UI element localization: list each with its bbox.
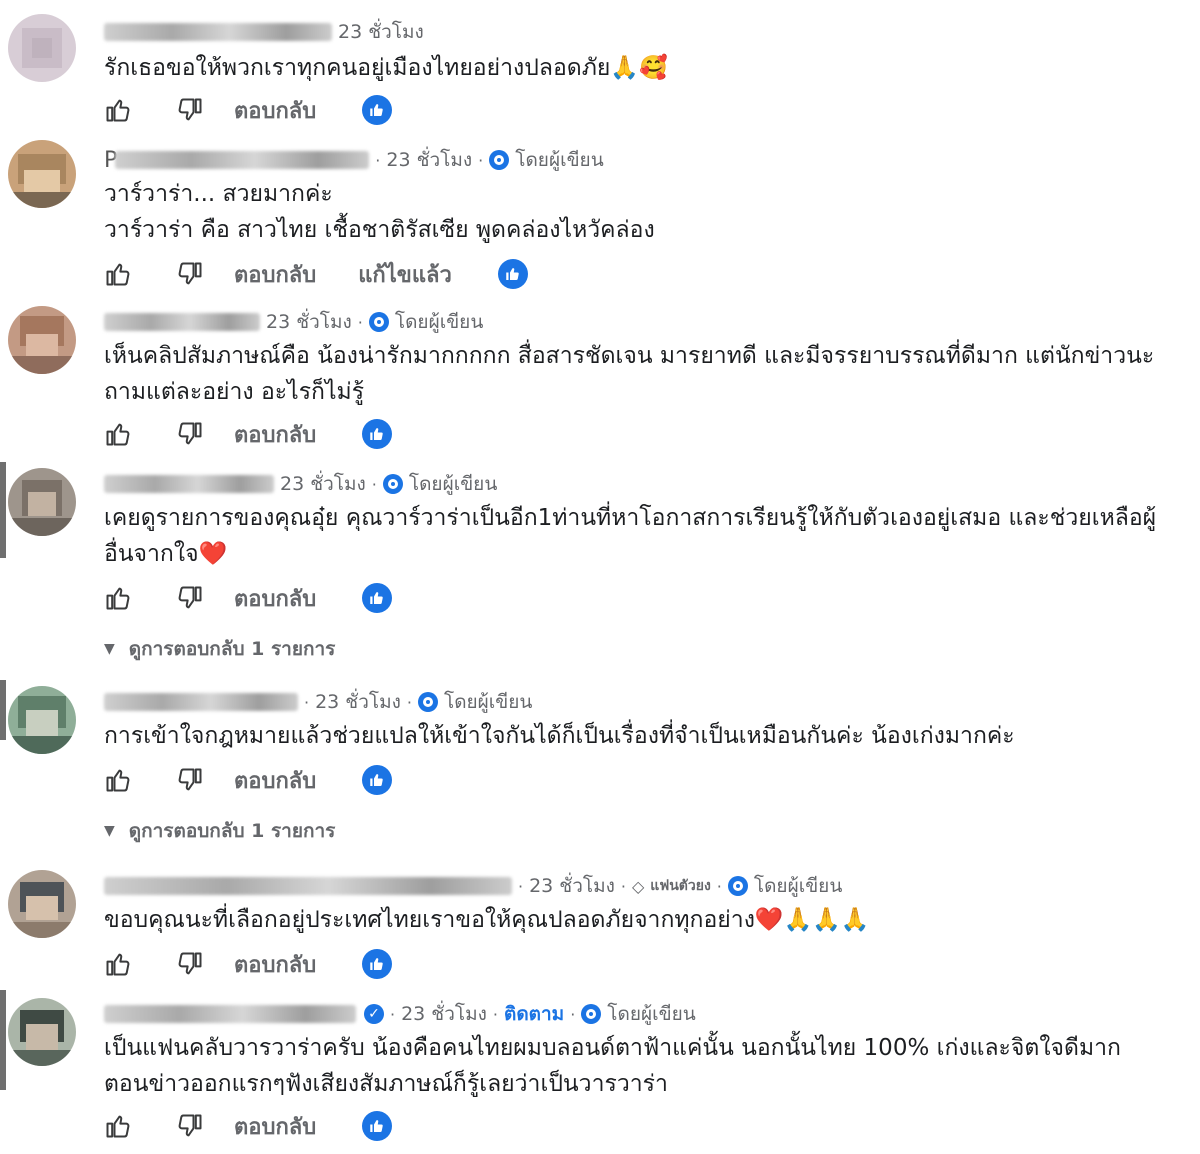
timestamp[interactable]: 23 ชั่วโมง [529, 871, 615, 901]
author-badge-icon [368, 312, 389, 332]
author-badge: โดยผู้เขียน [417, 687, 532, 717]
author-badge-icon [417, 692, 438, 712]
comment-actions: ตอบกลับ [104, 1106, 393, 1146]
author-badge-icon [489, 150, 510, 170]
thumbs-up-icon[interactable] [104, 950, 132, 978]
thumbs-up-icon[interactable] [104, 1112, 132, 1140]
thumbs-up-icon[interactable] [104, 584, 132, 612]
thumbs-down-icon[interactable] [176, 584, 204, 612]
edited-label[interactable]: แก้ไขแล้ว [358, 257, 452, 292]
author-name[interactable] [104, 313, 260, 331]
chevron-down-icon: ▼ [104, 641, 115, 657]
avatar[interactable] [8, 468, 76, 536]
thumbs-down-icon[interactable] [176, 420, 204, 448]
author-name[interactable] [104, 877, 512, 895]
comment-actions: ตอบกลับ [104, 578, 393, 618]
author-badge-icon [382, 474, 403, 494]
like-reaction-icon[interactable] [362, 583, 393, 613]
reply-button[interactable]: ตอบกลับ [234, 1109, 316, 1144]
author-badge: โดยผู้เขียน [382, 469, 497, 499]
author-badge-icon [727, 876, 748, 896]
thumbs-up-icon[interactable] [104, 260, 132, 288]
thumbs-down-icon[interactable] [176, 96, 204, 124]
author-badge: โดยผู้เขียน [581, 999, 696, 1029]
fan-badge[interactable]: แฟนตัวยง [650, 875, 711, 897]
reply-button[interactable]: ตอบกลับ [234, 257, 316, 292]
verified-icon: ✓ [364, 1004, 384, 1024]
comment-header: · 23 ชั่วโมง · โดยผู้เขียน [104, 688, 532, 716]
view-replies-button[interactable]: ▼ ดูการตอบกลับ 1 รายการ [104, 634, 335, 664]
thumbs-down-icon[interactable] [176, 950, 204, 978]
fan-diamond-icon: ◇ [631, 876, 645, 896]
avatar[interactable] [8, 686, 76, 754]
comment-text: การเข้าใจกฎหมายแล้วช่วยแปลให้เข้าใจกันได… [104, 723, 1015, 749]
comment-header: ✓ · 23 ชั่วโมง · ติดตาม · โดยผู้เขียน [104, 1000, 696, 1028]
like-reaction-icon[interactable] [362, 95, 393, 125]
like-reaction-icon[interactable] [362, 1111, 393, 1141]
timestamp[interactable]: 23 ชั่วโมง [266, 307, 352, 337]
timestamp[interactable]: 23 ชั่วโมง [338, 17, 424, 47]
comment-actions: ตอบกลับ [104, 760, 393, 800]
like-reaction-icon[interactable] [497, 259, 528, 289]
author-name[interactable] [104, 23, 332, 41]
author-name[interactable] [115, 151, 370, 169]
avatar[interactable] [8, 306, 76, 374]
author-name[interactable] [104, 475, 274, 493]
reply-button[interactable]: ตอบกลับ [234, 947, 316, 982]
avatar[interactable] [8, 998, 76, 1066]
comment-actions: ตอบกลับ [104, 414, 393, 454]
comment-header: P · 23 ชั่วโมง · โดยผู้เขียน [104, 146, 604, 174]
author-name[interactable] [104, 693, 298, 711]
comment-text: วาร์วาร่า... สวยมากค่ะ วาร์วาร่า คือ สาว… [104, 181, 655, 243]
thumbs-down-icon[interactable] [176, 260, 204, 288]
thumbs-down-icon[interactable] [176, 1112, 204, 1140]
thumbs-up-icon[interactable] [104, 96, 132, 124]
comment-header: 23 ชั่วโมง · โดยผู้เขียน [104, 470, 497, 498]
comment-text: เห็นคลิปสัมภาษณ์คือ น้องน่ารักมากกกกก สื… [104, 343, 1155, 405]
author-badge-icon [581, 1004, 602, 1024]
like-reaction-icon[interactable] [362, 949, 393, 979]
author-badge: โดยผู้เขียน [489, 145, 604, 175]
comment-text: รักเธอขอให้พวกเราทุกคนอยู่เมืองไทยอย่างป… [104, 55, 668, 81]
comment-text: เป็นแฟนคลับวารวาร่าครับ น้องคือคนไทยผมบล… [104, 1035, 1121, 1097]
comment-header: · 23 ชั่วโมง · ◇ แฟนตัวยง · โดยผู้เขียน [104, 872, 842, 900]
view-replies-button[interactable]: ▼ ดูการตอบกลับ 1 รายการ [104, 816, 335, 846]
follow-button[interactable]: ติดตาม [504, 999, 564, 1029]
thumbs-up-icon[interactable] [104, 420, 132, 448]
thumbs-down-icon[interactable] [176, 766, 204, 794]
timestamp[interactable]: 23 ชั่วโมง [386, 145, 472, 175]
like-reaction-icon[interactable] [362, 419, 393, 449]
reply-button[interactable]: ตอบกลับ [234, 417, 316, 452]
comment-text: ขอบคุณนะที่เลือกอยู่ประเทศไทยเราขอให้คุณ… [104, 907, 870, 933]
comment-text: เคยดูรายการของคุณอุ๋ย คุณวาร์วาร่าเป็นอี… [104, 505, 1157, 567]
avatar[interactable] [8, 14, 76, 82]
comment-actions: ตอบกลับ [104, 90, 393, 130]
reply-button[interactable]: ตอบกลับ [234, 763, 316, 798]
thumbs-up-icon[interactable] [104, 766, 132, 794]
timestamp[interactable]: 23 ชั่วโมง [280, 469, 366, 499]
like-reaction-icon[interactable] [362, 765, 393, 795]
timestamp[interactable]: 23 ชั่วโมง [401, 999, 487, 1029]
reply-button[interactable]: ตอบกลับ [234, 581, 316, 616]
reply-button[interactable]: ตอบกลับ [234, 93, 316, 128]
chevron-down-icon: ▼ [104, 823, 115, 839]
author-badge: โดยผู้เขียน [368, 307, 483, 337]
comment-header: 23 ชั่วโมง · โดยผู้เขียน [104, 308, 483, 336]
comment-header: 23 ชั่วโมง [104, 18, 424, 46]
comment-actions: ตอบกลับ แก้ไขแล้ว [104, 254, 528, 294]
comment-actions: ตอบกลับ [104, 944, 393, 984]
avatar[interactable] [8, 870, 76, 938]
timestamp[interactable]: 23 ชั่วโมง [315, 687, 401, 717]
avatar[interactable] [8, 140, 76, 208]
author-badge: โดยผู้เขียน [727, 871, 842, 901]
author-name[interactable] [104, 1005, 356, 1023]
